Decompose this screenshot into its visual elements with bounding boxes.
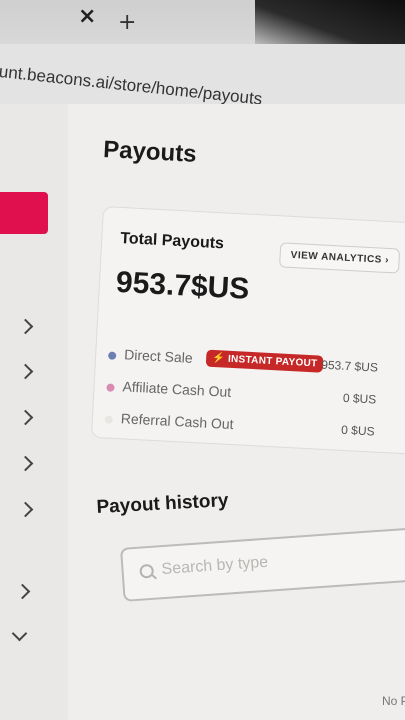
total-amount: 953.7$US	[115, 265, 251, 306]
new-tab-icon[interactable]: +	[118, 10, 136, 35]
row-amount: 0 $US	[342, 390, 377, 407]
page-title: Payouts	[102, 136, 198, 168]
card-title: Total Payouts	[119, 229, 225, 253]
direct-sale-dot-icon	[107, 351, 117, 360]
row-label: Referral Cash Out	[120, 410, 235, 433]
close-tab-icon[interactable]: ×	[78, 4, 96, 29]
search-icon	[139, 563, 155, 579]
affiliate-dot-icon	[106, 383, 115, 392]
view-analytics-button[interactable]: VIEW ANALYTICS ›	[279, 242, 401, 274]
view-analytics-label: VIEW ANALYTICS	[290, 249, 383, 266]
total-payouts-card: Total Payouts VIEW ANALYTICS › 953.7$US …	[90, 206, 405, 456]
inactive-tab-area[interactable]	[255, 0, 405, 44]
corner-text: No P	[382, 694, 405, 708]
referral-dot-icon	[104, 415, 114, 424]
row-amount: 0 $US	[340, 422, 375, 439]
instant-payout-badge[interactable]: ⚡ INSTANT PAYOUT	[205, 349, 324, 373]
payout-row-affiliate: Affiliate Cash Out 0 $US	[106, 377, 377, 411]
payout-row-referral: Referral Cash Out 0 $US	[104, 409, 375, 443]
payout-row-direct-sale: Direct Sale ⚡ INSTANT PAYOUT 953.7 $US	[107, 345, 379, 379]
row-amount: 953.7 $US	[320, 357, 379, 375]
sidebar-active-item[interactable]	[0, 192, 48, 234]
search-placeholder: Search by type	[161, 553, 269, 579]
row-label: Affiliate Cash Out	[122, 378, 232, 400]
row-label: Direct Sale	[123, 346, 194, 366]
chevron-right-icon: ›	[384, 254, 390, 267]
